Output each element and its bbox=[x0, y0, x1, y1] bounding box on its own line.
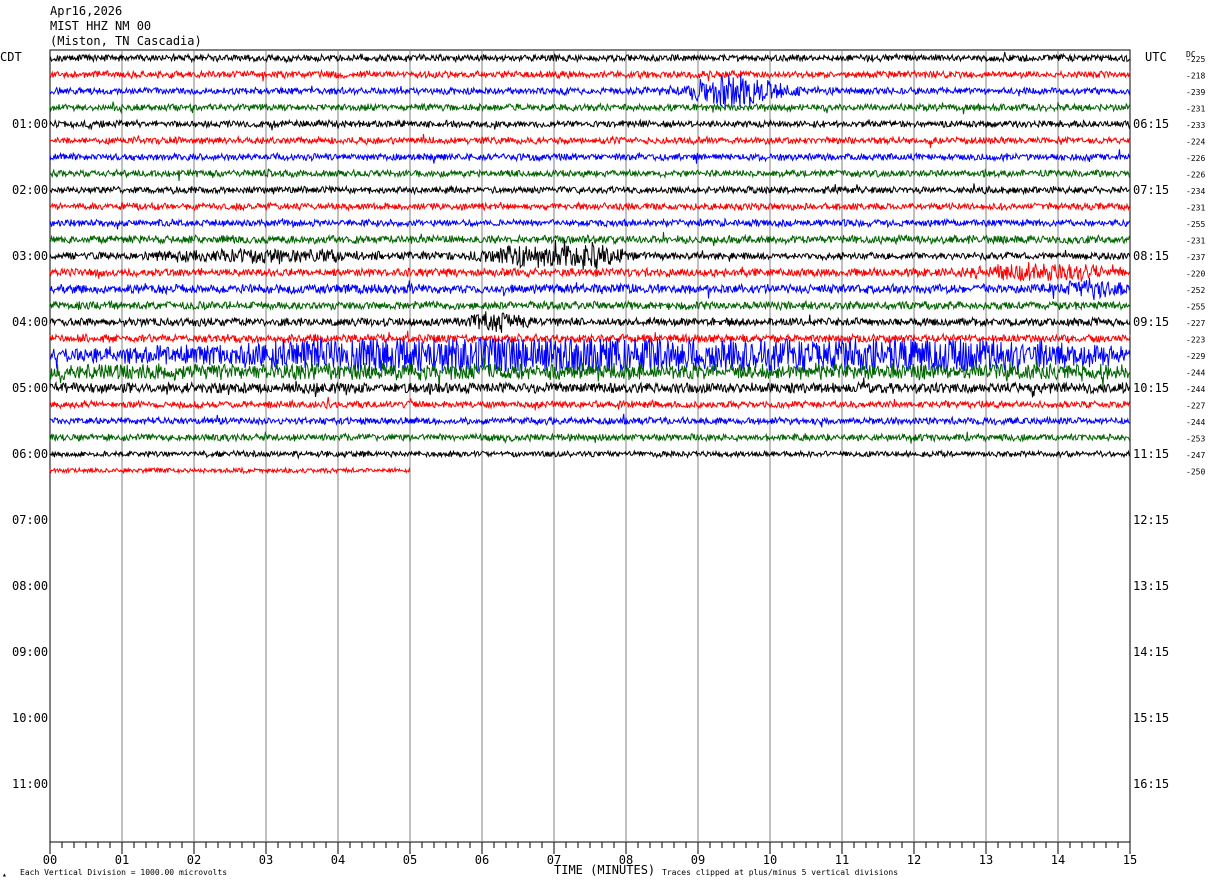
x-tick-label: 09 bbox=[691, 853, 705, 867]
x-tick-label: 15 bbox=[1123, 853, 1137, 867]
left-hour-label: 03:00 bbox=[12, 249, 48, 263]
left-hour-label: 05:00 bbox=[12, 381, 48, 395]
seismic-trace bbox=[49, 413, 1131, 428]
left-hour-label: 08:00 bbox=[12, 579, 48, 593]
x-tick-label: 01 bbox=[115, 853, 129, 867]
dc-offset-label: -218 bbox=[1186, 72, 1205, 81]
dc-offset-label: -223 bbox=[1186, 336, 1205, 345]
x-tick-label: 00 bbox=[43, 853, 57, 867]
seismic-trace bbox=[49, 239, 1131, 270]
dc-offset-label: -244 bbox=[1186, 418, 1205, 427]
dc-offset-label: -234 bbox=[1186, 187, 1205, 196]
seismic-trace bbox=[49, 133, 1131, 148]
seismic-trace bbox=[49, 466, 411, 475]
seismic-trace bbox=[49, 261, 1131, 282]
helicorder-plot: 00 01 02 03 04 05 06 07 08 09 10 11 12 13 14 1501:0002:… bbox=[12, 49, 1205, 867]
right-hour-label: 13:15 bbox=[1133, 579, 1169, 593]
seismic-trace bbox=[49, 299, 1131, 312]
dc-offset-label: -225 bbox=[1186, 55, 1205, 64]
clipping-note: Traces clipped at plus/minus 5 vertical … bbox=[662, 868, 899, 877]
left-hour-label: 07:00 bbox=[12, 513, 48, 527]
right-hour-label: 12:15 bbox=[1133, 513, 1169, 527]
left-hour-label: 10:00 bbox=[12, 711, 48, 725]
dc-offset-label: -244 bbox=[1186, 385, 1205, 394]
seismic-trace bbox=[49, 200, 1131, 212]
seismic-trace bbox=[49, 183, 1131, 196]
x-tick-label: 03 bbox=[259, 853, 273, 867]
x-tick-label: 04 bbox=[331, 853, 345, 867]
right-hour-label: 14:15 bbox=[1133, 645, 1169, 659]
right-hour-label: 09:15 bbox=[1133, 315, 1169, 329]
x-tick-label: 10 bbox=[763, 853, 777, 867]
dc-offset-label: -229 bbox=[1186, 352, 1205, 361]
dc-offset-label: -253 bbox=[1186, 435, 1205, 444]
right-hour-label: 15:15 bbox=[1133, 711, 1169, 725]
dc-offset-label: -226 bbox=[1186, 154, 1205, 163]
seismic-trace bbox=[49, 51, 1131, 64]
dc-offset-label: -227 bbox=[1186, 319, 1205, 328]
right-hour-label: 16:15 bbox=[1133, 777, 1169, 791]
dc-offset-label: -224 bbox=[1186, 138, 1205, 147]
x-tick-label: 13 bbox=[979, 853, 993, 867]
dc-offset-label: -231 bbox=[1186, 204, 1205, 213]
dc-offset-label: -239 bbox=[1186, 88, 1205, 97]
right-hour-label: 10:15 bbox=[1133, 381, 1169, 395]
left-hour-label: 02:00 bbox=[12, 183, 48, 197]
left-hour-label: 09:00 bbox=[12, 645, 48, 659]
seismic-trace bbox=[49, 277, 1131, 301]
seismic-trace bbox=[49, 168, 1131, 182]
seismic-trace bbox=[49, 149, 1131, 164]
dc-offset-label: -231 bbox=[1186, 237, 1205, 246]
corner-mark: ▴ bbox=[2, 870, 7, 879]
x-axis-title: TIME (MINUTES) bbox=[554, 863, 656, 877]
dc-offset-label: -226 bbox=[1186, 171, 1205, 180]
dc-offset-label: -244 bbox=[1186, 369, 1205, 378]
dc-offset-label: -233 bbox=[1186, 121, 1205, 130]
right-hour-label: 08:15 bbox=[1133, 249, 1169, 263]
left-hour-label: 01:00 bbox=[12, 117, 48, 131]
seismic-trace bbox=[49, 377, 1131, 398]
x-tick-label: 06 bbox=[475, 853, 489, 867]
x-tick-label: 02 bbox=[187, 853, 201, 867]
dc-offset-label: -250 bbox=[1186, 468, 1205, 477]
right-hour-label: 07:15 bbox=[1133, 183, 1169, 197]
seismic-trace bbox=[49, 217, 1131, 230]
dc-offset-label: -231 bbox=[1186, 105, 1205, 114]
seismic-trace bbox=[49, 101, 1131, 115]
seismic-trace bbox=[49, 311, 1131, 333]
seismic-trace bbox=[49, 118, 1131, 131]
dc-offset-label: -247 bbox=[1186, 451, 1205, 460]
x-tick-label: 05 bbox=[403, 853, 417, 867]
x-tick-label: 11 bbox=[835, 853, 849, 867]
seismic-trace bbox=[49, 231, 1131, 247]
dc-offset-label: -220 bbox=[1186, 270, 1205, 279]
left-hour-label: 04:00 bbox=[12, 315, 48, 329]
seismic-trace bbox=[49, 396, 1131, 411]
dc-offset-label: -255 bbox=[1186, 303, 1205, 312]
seismic-trace bbox=[49, 74, 1131, 108]
seismic-trace bbox=[49, 430, 1131, 445]
seismic-trace bbox=[49, 449, 1131, 460]
dc-offset-label: -237 bbox=[1186, 253, 1205, 262]
right-hour-label: 06:15 bbox=[1133, 117, 1169, 131]
left-hour-label: 11:00 bbox=[12, 777, 48, 791]
dc-offset-label: -255 bbox=[1186, 220, 1205, 229]
x-tick-label: 14 bbox=[1051, 853, 1065, 867]
left-hour-label: 06:00 bbox=[12, 447, 48, 461]
vertical-division-note: Each Vertical Division = 1000.00 microvo… bbox=[20, 868, 228, 877]
dc-offset-label: -252 bbox=[1186, 286, 1205, 295]
x-tick-label: 12 bbox=[907, 853, 921, 867]
dc-offset-label: -227 bbox=[1186, 402, 1205, 411]
plot-frame bbox=[49, 49, 1131, 843]
seismic-trace bbox=[49, 68, 1131, 82]
right-hour-label: 11:15 bbox=[1133, 447, 1169, 461]
